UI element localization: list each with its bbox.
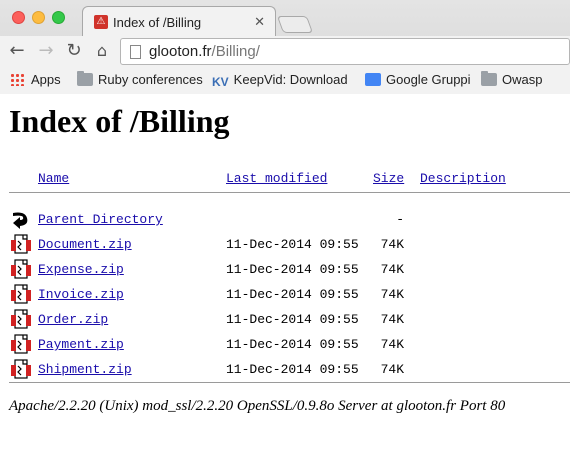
home-icon[interactable]: ⌂ <box>91 40 113 62</box>
file-modified: 11-Dec-2014 09:55 <box>226 362 359 377</box>
bookmark-label: Google Gruppi <box>386 72 471 87</box>
file-link[interactable]: Payment.zip <box>38 337 124 352</box>
minimize-window-button[interactable] <box>32 11 45 24</box>
zoom-window-button[interactable] <box>52 11 65 24</box>
bookmark-apps[interactable]: Apps <box>10 72 61 90</box>
back-arrow-icon <box>13 212 28 229</box>
bookmark-ruby-conferences[interactable]: Ruby conferences <box>77 71 203 90</box>
close-tab-icon[interactable]: ✕ <box>254 14 265 30</box>
column-header-size[interactable]: Size <box>373 171 404 186</box>
bookmark-label: KeepVid: Download <box>233 72 348 87</box>
apps-icon <box>10 73 26 86</box>
server-signature: Apache/2.2.20 (Unix) mod_ssl/2.2.20 Open… <box>9 398 506 414</box>
bookmarks-bar: Apps Ruby conferences KV KeepVid: Downloa… <box>0 68 570 94</box>
folder-icon <box>481 71 497 86</box>
bookmark-google-gruppi[interactable]: Google Gruppi <box>365 72 471 90</box>
table-row: Order.zip 11-Dec-2014 09:55 74K <box>0 309 570 335</box>
folder-icon <box>77 71 93 86</box>
close-window-button[interactable] <box>12 11 25 24</box>
column-header-description[interactable]: Description <box>420 171 506 186</box>
divider <box>9 192 570 193</box>
google-groups-icon <box>365 73 381 86</box>
column-header-name[interactable]: Name <box>38 171 69 186</box>
file-size: 74K <box>380 287 404 302</box>
table-row: Document.zip 11-Dec-2014 09:55 74K <box>0 234 570 260</box>
bookmark-owasp[interactable]: Owasp <box>481 71 543 90</box>
table-row: Invoice.zip 11-Dec-2014 09:55 74K <box>0 284 570 310</box>
file-link[interactable]: Shipment.zip <box>38 362 132 377</box>
file-size: - <box>396 212 404 227</box>
table-row-parent: Parent Directory - <box>0 210 570 235</box>
tab-title: Index of /Billing <box>113 15 202 30</box>
zip-file-icon <box>11 259 31 279</box>
favicon-icon: ⚠ <box>94 15 108 29</box>
address-bar[interactable]: glooton.fr/Billing/ <box>120 38 570 65</box>
table-row: Expense.zip 11-Dec-2014 09:55 74K <box>0 259 570 285</box>
file-modified: 11-Dec-2014 09:55 <box>226 337 359 352</box>
file-size: 74K <box>380 312 404 327</box>
bookmark-label: Owasp <box>502 72 543 87</box>
file-link[interactable]: Document.zip <box>38 237 132 252</box>
file-modified: 11-Dec-2014 09:55 <box>226 262 359 277</box>
page-title: Index of /Billing <box>9 103 230 139</box>
zip-file-icon <box>11 284 31 304</box>
page-icon <box>130 45 141 59</box>
bookmark-keepvid[interactable]: KV KeepVid: Download <box>212 72 348 90</box>
zip-file-icon <box>11 309 31 329</box>
file-size: 74K <box>380 262 404 277</box>
address-url[interactable]: glooton.fr/Billing/ <box>149 43 260 60</box>
column-header-last-modified[interactable]: Last modified <box>226 171 327 186</box>
table-row: Payment.zip 11-Dec-2014 09:55 74K <box>0 334 570 360</box>
page-content: Index of /Billing Name Last modified Siz… <box>0 95 570 455</box>
new-tab-button[interactable] <box>276 16 314 33</box>
divider <box>9 382 570 383</box>
file-size: 74K <box>380 337 404 352</box>
file-link[interactable]: Invoice.zip <box>38 287 124 302</box>
tab-strip: ⚠ Index of /Billing ✕ <box>0 0 570 36</box>
zip-file-icon <box>11 334 31 354</box>
file-link[interactable]: Expense.zip <box>38 262 124 277</box>
zip-file-icon <box>11 234 31 254</box>
file-link[interactable]: Order.zip <box>38 312 108 327</box>
file-modified: 11-Dec-2014 09:55 <box>226 287 359 302</box>
browser-toolbar: ← → ↻ ⌂ glooton.fr/Billing/ <box>0 36 570 68</box>
bookmark-label: Ruby conferences <box>98 72 203 87</box>
file-size: 74K <box>380 362 404 377</box>
url-path: /Billing/ <box>211 43 260 60</box>
parent-directory-link[interactable]: Parent Directory <box>38 212 163 227</box>
keepvid-icon: KV <box>212 75 229 89</box>
reload-icon[interactable]: ↻ <box>63 40 85 62</box>
browser-chrome: ⚠ Index of /Billing ✕ ← → ↻ ⌂ glooton.fr… <box>0 0 570 94</box>
file-modified: 11-Dec-2014 09:55 <box>226 312 359 327</box>
url-host: glooton.fr <box>149 43 212 60</box>
forward-arrow-icon[interactable]: → <box>35 40 57 62</box>
file-modified: 11-Dec-2014 09:55 <box>226 237 359 252</box>
zip-file-icon <box>11 359 31 379</box>
tab-active[interactable]: ⚠ Index of /Billing ✕ <box>82 6 276 36</box>
back-arrow-icon[interactable]: ← <box>6 40 28 62</box>
file-size: 74K <box>380 237 404 252</box>
bookmark-label: Apps <box>31 72 61 87</box>
